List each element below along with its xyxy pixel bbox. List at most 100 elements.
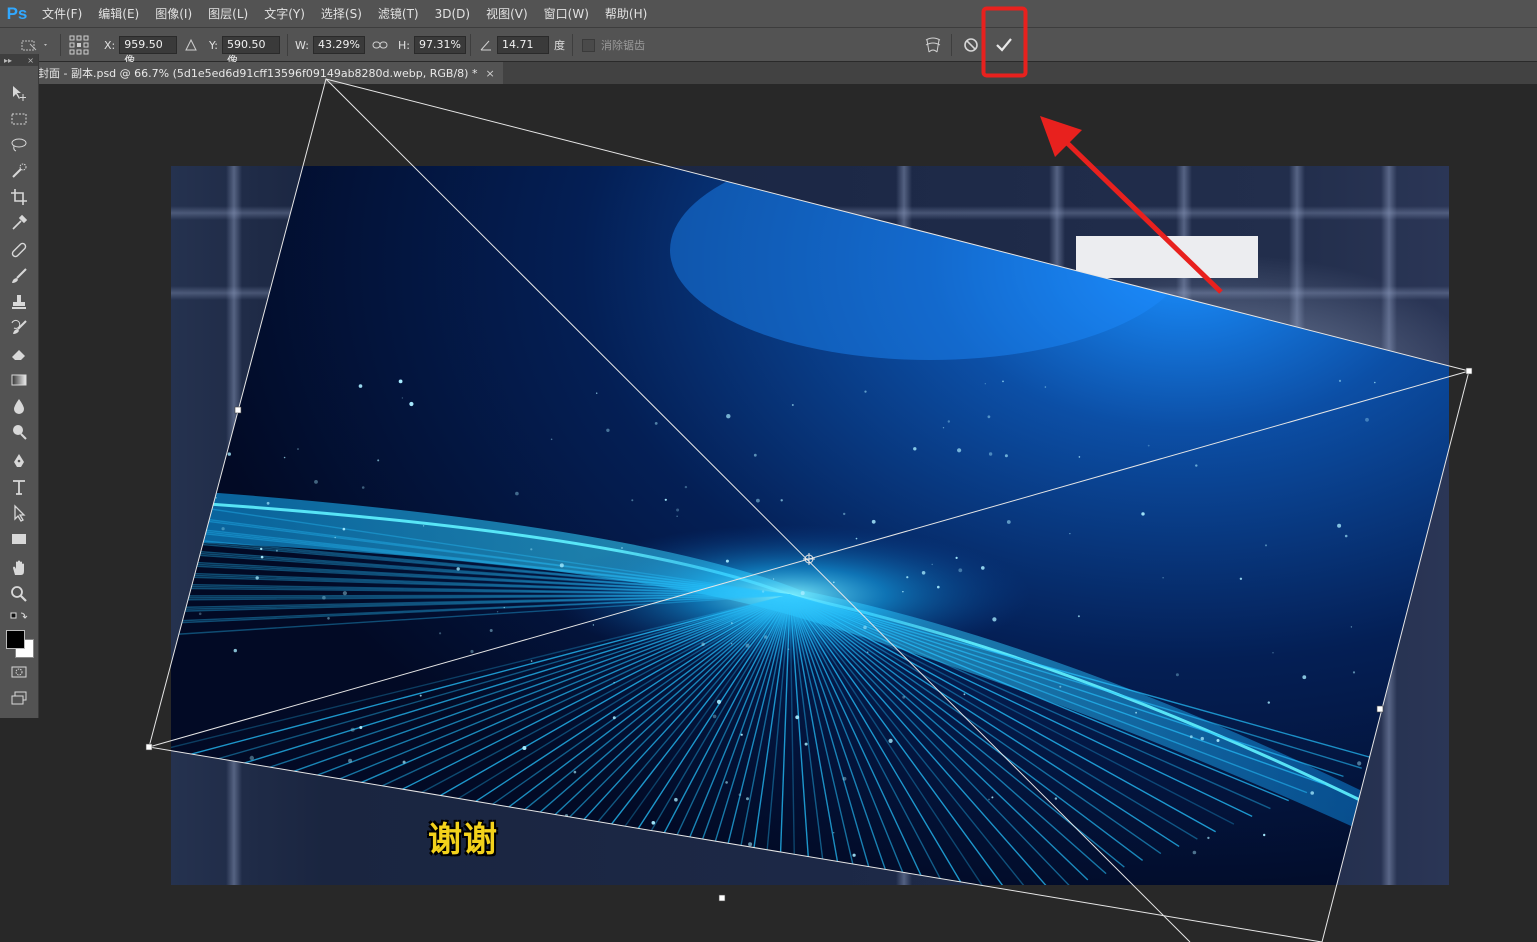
rectangle-tool[interactable] [7,529,31,549]
rotation-angle-field[interactable]: 14.71 [497,36,549,54]
quick-selection-icon [12,163,27,178]
eraser-icon [12,350,25,360]
lasso-icon [11,138,27,152]
history-brush-tool[interactable] [7,318,31,338]
menu-help[interactable]: 帮助(H) [597,5,655,22]
light-bar [1289,166,1305,885]
h-label: H: [398,38,410,52]
antialias-check-box[interactable] [582,38,595,52]
screen-mode-button[interactable] [7,688,31,708]
dodge-icon [13,425,27,440]
options-bar: X: 959.50 像 Y: 590.50 像 W: 43.29% H: 97.… [0,28,1537,67]
tools-panel-header: ▸▸ × [0,54,38,66]
screen-mode-icon [11,691,27,705]
transform-handle[interactable] [1465,367,1473,375]
relative-position-toggle[interactable] [184,28,198,62]
hand-icon [13,560,24,575]
menu-select[interactable]: 选择(S) [313,5,370,22]
transform-handle[interactable] [145,743,153,751]
foreground-color-swatch[interactable] [6,630,25,649]
menu-3d[interactable]: 3D(D) [427,7,478,21]
move-tool[interactable] [7,83,31,103]
menu-layer[interactable]: 图层(L) [200,5,256,22]
light-bar [171,286,1449,300]
path-selection-tool[interactable] [7,503,31,523]
light-bar [171,206,1449,220]
menu-bar: Ps 文件(F) 编辑(E) 图像(I) 图层(L) 文字(Y) 选择(S) 滤… [0,0,1537,28]
canvas-bottom-text: 谢谢 [428,820,498,860]
warp-icon [925,37,941,53]
default-colors-button[interactable] [7,609,31,623]
eyedropper-icon [12,214,28,230]
gradient-icon [11,374,27,386]
magnifier-icon [11,586,27,602]
document-tab[interactable]: 封面 - 副本.psd @ 66.7% (5d1e5ed6d91cff13596… [38,62,503,84]
x-field[interactable]: 959.50 像 [119,36,178,67]
checkmark-icon [996,38,1012,52]
type-tool[interactable] [7,477,31,497]
zoom-tool[interactable] [7,584,31,604]
quick-mask-icon [11,666,27,678]
quick-mask-button[interactable] [7,662,31,682]
commit-transform-button[interactable] [994,28,1014,62]
hand-tool[interactable] [7,558,31,578]
width-field[interactable]: 43.29% [312,36,365,54]
height-field[interactable]: 97.31% [413,36,466,54]
y-field[interactable]: 590.50 像 [221,36,280,67]
collapse-panel-icon[interactable]: ▸▸ [4,56,12,65]
transform-handle[interactable] [718,894,726,902]
brush-icon [12,268,27,283]
light-bar [226,166,242,885]
delta-icon [185,38,197,51]
menu-type[interactable]: 文字(Y) [256,5,313,22]
menu-edit[interactable]: 编辑(E) [90,5,147,22]
menu-filter[interactable]: 滤镜(T) [370,5,427,22]
angle-unit: 度 [554,39,565,52]
maintain-aspect-ratio-button[interactable] [372,28,388,62]
document-tab-title: 封面 - 副本.psd @ 66.7% (5d1e5ed6d91cff13596… [38,67,478,80]
lasso-tool[interactable] [7,135,31,155]
menu-view[interactable]: 视图(V) [478,5,536,22]
paper-sheet [1076,236,1258,278]
clone-stamp-tool[interactable] [7,292,31,312]
light-bar [896,166,912,885]
warp-toggle-button[interactable] [923,28,943,62]
menu-file[interactable]: 文件(F) [34,5,90,22]
rectangle-icon [12,534,26,544]
light-bar [1381,166,1397,885]
cancel-transform-button[interactable] [962,28,980,62]
dodge-tool[interactable] [7,422,31,442]
reference-point-grid[interactable] [69,28,89,62]
bandage-icon [11,242,27,258]
document-canvas[interactable] [171,166,1449,885]
reference-point-icon [69,35,89,55]
swap-colors-icon [10,612,28,619]
eraser-tool[interactable] [7,344,31,364]
menu-image[interactable]: 图像(I) [147,5,200,22]
x-label: X: [104,38,116,52]
type-icon [13,480,25,495]
close-panel-icon[interactable]: × [27,56,34,65]
antialias-checkbox[interactable]: 消除锯齿 [582,28,649,62]
eyedropper-tool[interactable] [7,213,31,233]
w-label: W: [295,38,309,52]
link-icon [372,41,388,49]
move-icon [13,86,26,101]
crop-tool[interactable] [7,187,31,207]
tab-close-icon[interactable]: × [485,67,494,80]
marquee-tool[interactable] [7,109,31,129]
blur-tool[interactable] [7,396,31,416]
photoshop-logo: Ps [6,3,28,23]
gradient-tool[interactable] [7,370,31,390]
healing-brush-tool[interactable] [7,240,31,260]
pen-icon [14,454,24,467]
tools-panel: ▸▸ × [0,54,39,718]
quick-selection-tool[interactable] [7,161,31,181]
stamp-icon [12,295,26,309]
angle-icon [480,40,491,51]
brush-tool[interactable] [7,266,31,286]
menu-window[interactable]: 窗口(W) [536,5,597,22]
marquee-icon [11,113,27,125]
pen-tool[interactable] [7,451,31,471]
history-brush-icon [11,319,27,334]
